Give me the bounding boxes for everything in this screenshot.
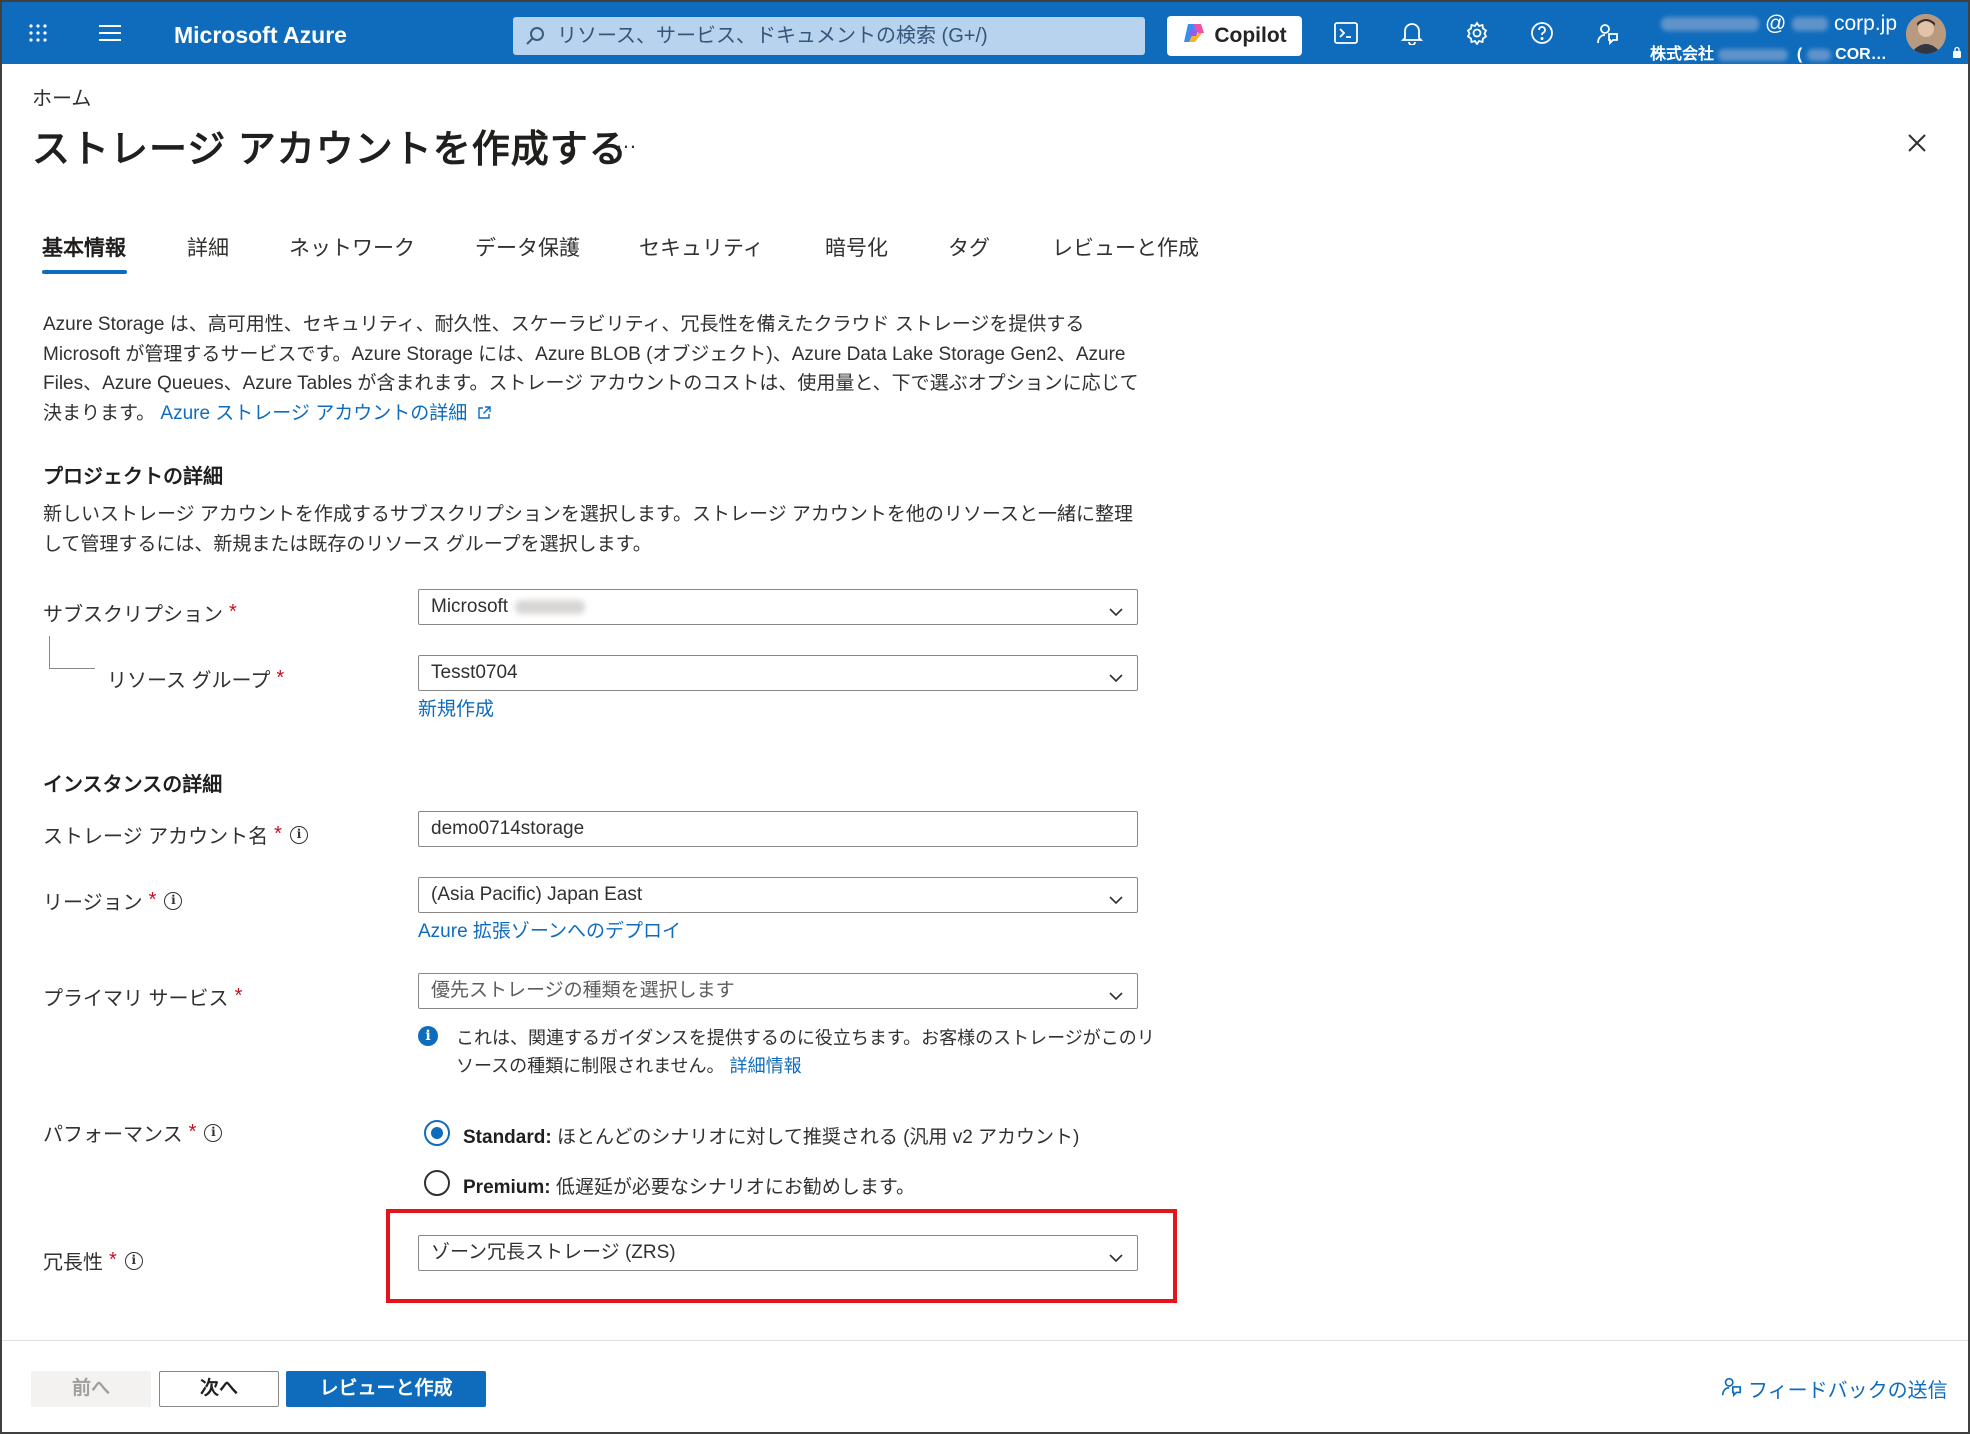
chevron-down-icon bbox=[1107, 983, 1125, 1017]
storage-account-name-label: ストレージ アカウント名 * i bbox=[43, 820, 308, 849]
info-icon[interactable]: i bbox=[164, 891, 183, 910]
project-details-description: 新しいストレージ アカウントを作成するサブスクリプションを選択します。ストレージ… bbox=[43, 504, 1133, 555]
cloud-shell-icon[interactable] bbox=[1322, 2, 1370, 64]
storage-account-name-field[interactable] bbox=[418, 811, 1138, 847]
close-icon[interactable] bbox=[1902, 128, 1932, 158]
info-icon: i bbox=[418, 1026, 438, 1046]
info-icon[interactable]: i bbox=[124, 1251, 143, 1270]
project-details-heading: プロジェクトの詳細 bbox=[43, 466, 223, 488]
performance-premium-radio[interactable] bbox=[424, 1170, 450, 1196]
region-select[interactable]: (Asia Pacific) Japan East bbox=[418, 877, 1138, 913]
active-tab-indicator bbox=[42, 270, 127, 274]
performance-premium-label[interactable]: Premium: 低遅延が必要なシナリオにお勧めします。 bbox=[463, 1172, 915, 1199]
chevron-down-icon bbox=[1107, 887, 1125, 921]
redacted-username bbox=[1661, 17, 1760, 32]
search-icon bbox=[525, 25, 547, 52]
previous-button[interactable]: 前へ bbox=[31, 1371, 151, 1407]
avatar[interactable] bbox=[1906, 14, 1946, 54]
feedback-person-icon[interactable] bbox=[1583, 2, 1631, 64]
redacted-domain bbox=[1792, 17, 1829, 32]
lock-icon bbox=[1950, 44, 1964, 60]
breadcrumb[interactable]: ホーム bbox=[32, 82, 91, 111]
intro-description: Azure Storage は、高可用性、セキュリティ、耐久性、スケーラビリティ… bbox=[43, 314, 1139, 424]
tab-encryption[interactable]: 暗号化 bbox=[825, 232, 888, 262]
info-icon[interactable]: i bbox=[289, 825, 308, 844]
storage-account-name-input[interactable] bbox=[431, 818, 1121, 840]
tab-tags[interactable]: タグ bbox=[948, 232, 990, 262]
instance-details-heading: インスタンスの詳細 bbox=[43, 774, 223, 796]
copilot-label: Copilot bbox=[1214, 24, 1287, 47]
more-options-button[interactable]: … bbox=[615, 128, 637, 154]
redacted-subscription bbox=[515, 599, 586, 614]
storage-account-details-link[interactable]: Azure ストレージ アカウントの詳細 bbox=[160, 403, 492, 424]
resource-group-select[interactable]: Tesst0704 bbox=[418, 655, 1138, 691]
copilot-button[interactable]: Copilot bbox=[1167, 16, 1302, 56]
chevron-down-icon bbox=[1107, 599, 1125, 633]
send-feedback-link[interactable]: フィードバックの送信 bbox=[1720, 1374, 1948, 1403]
hamburger-menu-icon[interactable] bbox=[90, 2, 130, 64]
performance-standard-label[interactable]: Standard: ほとんどのシナリオに対して推奨される (汎用 v2 アカウン… bbox=[463, 1122, 1079, 1149]
global-search[interactable] bbox=[513, 17, 1145, 55]
primary-service-select[interactable]: 優先ストレージの種類を選択します bbox=[418, 973, 1138, 1009]
redundancy-highlight-box bbox=[386, 1209, 1177, 1303]
redacted-company bbox=[1718, 48, 1789, 61]
primary-service-label: プライマリ サービス * bbox=[43, 985, 243, 1010]
help-icon[interactable] bbox=[1518, 2, 1566, 64]
footer-divider bbox=[2, 1340, 1968, 1341]
tree-connector bbox=[49, 636, 50, 668]
search-input[interactable] bbox=[557, 17, 1137, 55]
notifications-bell-icon[interactable] bbox=[1388, 2, 1436, 64]
tab-review-create[interactable]: レビューと作成 bbox=[1052, 232, 1199, 262]
account-directory[interactable]: 株式会社 ( COR… bbox=[1650, 40, 1887, 64]
app-launcher-icon[interactable] bbox=[18, 2, 58, 64]
tab-data-protection[interactable]: データ保護 bbox=[475, 232, 580, 262]
resource-group-label: リソース グループ * bbox=[107, 667, 285, 692]
tree-connector bbox=[49, 668, 95, 669]
tab-basics[interactable]: 基本情報 bbox=[42, 232, 126, 262]
tab-networking[interactable]: ネットワーク bbox=[289, 232, 415, 262]
create-new-resource-group-link[interactable]: 新規作成 bbox=[418, 694, 494, 721]
settings-gear-icon[interactable] bbox=[1453, 2, 1501, 64]
redundancy-label: 冗長性 * i bbox=[43, 1246, 143, 1275]
top-bar: Microsoft Azure Copilot @ corp.jp 株式会社 ( bbox=[2, 2, 1968, 64]
tab-security[interactable]: セキュリティ bbox=[639, 232, 764, 262]
info-icon[interactable]: i bbox=[204, 1123, 223, 1142]
redacted-directory bbox=[1806, 48, 1831, 61]
learn-more-link[interactable]: 詳細情報 bbox=[730, 1056, 802, 1076]
next-button[interactable]: 次へ bbox=[159, 1371, 279, 1407]
primary-service-info: これは、関連するガイダンスを提供するのに役立ちます。お客様のストレージがこのリソ… bbox=[456, 1028, 1155, 1076]
review-create-button[interactable]: レビューと作成 bbox=[286, 1371, 486, 1407]
edge-zone-deploy-link[interactable]: Azure 拡張ゾーンへのデプロイ bbox=[418, 916, 681, 943]
tab-advanced[interactable]: 詳細 bbox=[187, 232, 229, 262]
subscription-label: サブスクリプション * bbox=[43, 601, 237, 626]
page-title: ストレージ アカウントを作成する bbox=[32, 129, 628, 171]
region-label: リージョン * i bbox=[43, 886, 183, 915]
chevron-down-icon bbox=[1107, 665, 1125, 699]
external-link-icon bbox=[478, 406, 492, 420]
performance-standard-radio[interactable] bbox=[424, 1120, 450, 1146]
account-email[interactable]: @ corp.jp bbox=[1657, 12, 1897, 36]
subscription-select[interactable]: Microsoft bbox=[418, 589, 1138, 625]
copilot-icon bbox=[1182, 21, 1206, 51]
feedback-person-icon bbox=[1720, 1375, 1742, 1403]
performance-label: パフォーマンス * i bbox=[43, 1118, 223, 1147]
brand-title[interactable]: Microsoft Azure bbox=[174, 2, 347, 64]
